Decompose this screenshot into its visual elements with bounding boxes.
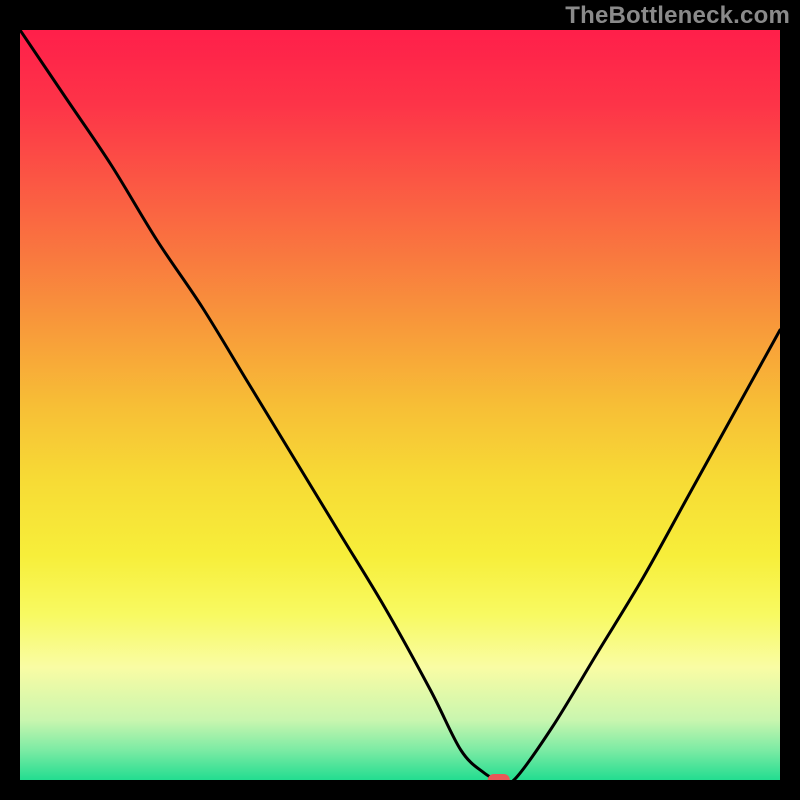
plot-svg — [20, 30, 780, 780]
chart-frame: TheBottleneck.com — [0, 0, 800, 800]
watermark-text: TheBottleneck.com — [565, 2, 790, 30]
optimal-point-marker — [488, 774, 510, 780]
bottleneck-plot — [20, 30, 780, 780]
plot-background — [20, 30, 780, 780]
